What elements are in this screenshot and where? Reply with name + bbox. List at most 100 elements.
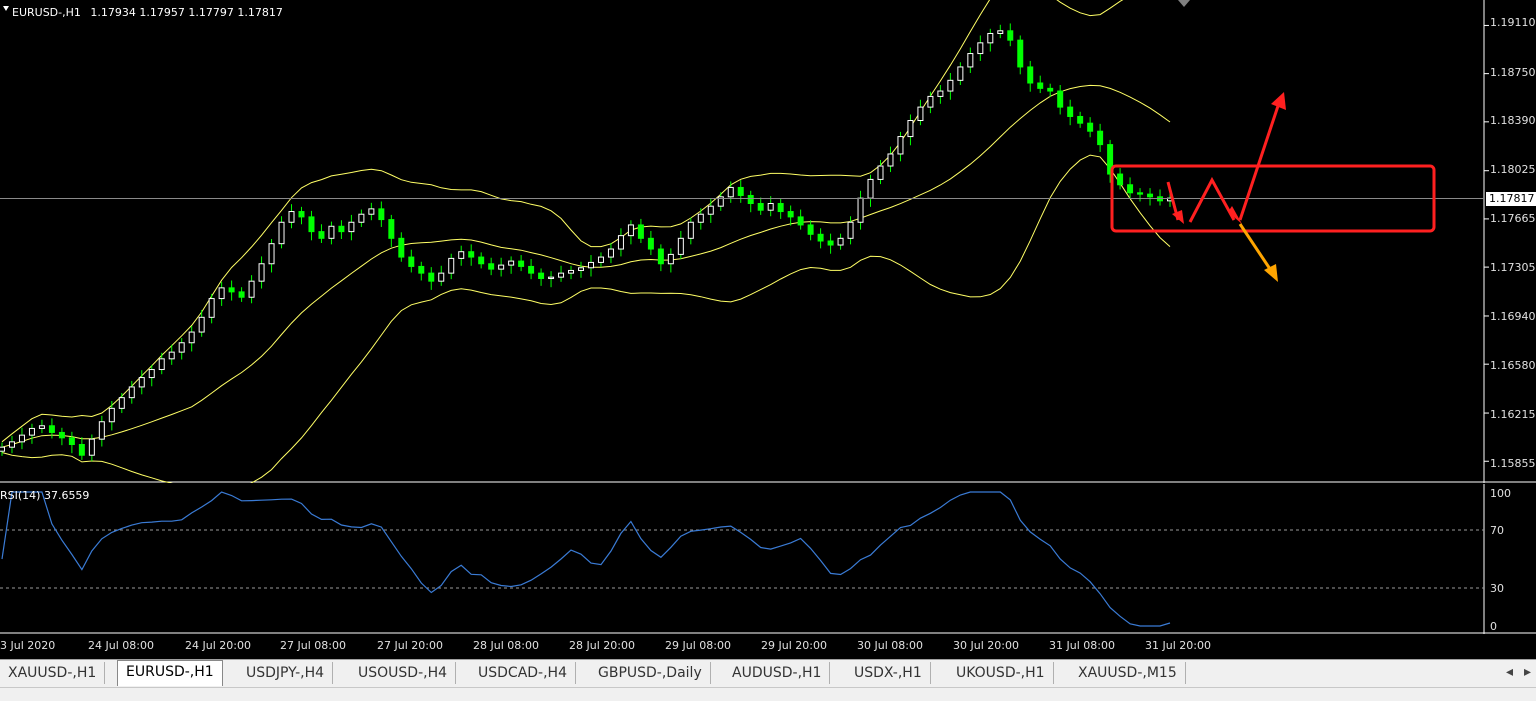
candle-body (697, 213, 704, 223)
tab-gbpusd-daily[interactable]: GBPUSD-,Daily (590, 662, 711, 684)
candle-body (807, 224, 814, 235)
tab-eurusd-h1[interactable]: EURUSD-,H1 (117, 660, 223, 686)
tab-usdcad-h4[interactable]: USDCAD-,H4 (470, 662, 576, 684)
tab-audusd-h1[interactable]: AUDUSD-,H1 (724, 662, 831, 684)
tab-xauusd-m15[interactable]: XAUUSD-,M15 (1070, 662, 1186, 684)
time-label: 27 Jul 08:00 (280, 639, 346, 652)
candle-body (178, 342, 185, 353)
candle-body (637, 224, 644, 239)
candle-body (8, 441, 15, 448)
candle-body (88, 438, 95, 456)
candle-body (1137, 192, 1144, 195)
candle-body (508, 260, 515, 266)
main-price-chart[interactable] (0, 0, 1536, 483)
candle-body (627, 224, 634, 237)
candle-body (98, 421, 105, 440)
rsi-indicator-panel[interactable] (0, 484, 1536, 634)
candle-body (568, 269, 575, 274)
candle-body (248, 280, 255, 298)
candle-body (877, 165, 884, 180)
candle-body (1117, 173, 1124, 186)
candle-body (797, 216, 804, 226)
candle-body (238, 291, 245, 298)
candle-body (488, 263, 495, 270)
chart-header: EURUSD-,H1 1.17934 1.17957 1.17797 1.178… (2, 6, 283, 19)
time-label: 28 Jul 08:00 (473, 639, 539, 652)
tab-usousd-h4[interactable]: USOUSD-,H4 (350, 662, 457, 684)
tab-xauusd-h1[interactable]: XAUUSD-,H1 (0, 662, 106, 684)
candle-body (408, 256, 415, 267)
chart-ohlc: 1.17934 1.17957 1.17797 1.17817 (90, 6, 283, 19)
tab-usdjpy-h4[interactable]: USDJPY-,H4 (238, 662, 334, 684)
candle-body (378, 208, 385, 221)
candle-body (268, 243, 275, 265)
price-label: 1.17665 (1490, 212, 1536, 225)
candle-body (38, 425, 45, 429)
time-label: 31 Jul 08:00 (1049, 639, 1115, 652)
time-label: 31 Jul 20:00 (1145, 639, 1211, 652)
candle-body (468, 251, 475, 258)
candle-body (128, 386, 135, 399)
candle-body (198, 316, 205, 333)
candle-body (518, 260, 525, 267)
rsi-label: 0 (1490, 620, 1497, 633)
candle-body (997, 30, 1004, 34)
time-label: 27 Jul 20:00 (377, 639, 443, 652)
candle-body (687, 221, 694, 239)
candle-body (827, 240, 834, 246)
candle-body (498, 264, 505, 270)
time-label: 30 Jul 08:00 (857, 639, 923, 652)
candle-body (278, 221, 285, 245)
candle-body (348, 221, 355, 233)
candle-body (837, 237, 844, 246)
candle-body (78, 444, 85, 456)
candle-body (308, 216, 315, 233)
tab-usdx-h1[interactable]: USDX-,H1 (846, 662, 931, 684)
price-label: 1.18390 (1490, 114, 1536, 127)
candle-body (148, 369, 155, 379)
candle-body (937, 90, 944, 97)
price-label: 1.16940 (1490, 310, 1536, 323)
candle-body (817, 233, 824, 242)
price-label: 1.19110 (1490, 16, 1536, 29)
candle-body (587, 261, 594, 269)
price-label: 1.18750 (1490, 66, 1536, 79)
time-label: 24 Jul 20:00 (185, 639, 251, 652)
candle-body (1047, 87, 1054, 92)
candle-body (897, 136, 904, 155)
time-label: 28 Jul 20:00 (569, 639, 635, 652)
rsi-header: RSI(14) 37.6559 (0, 489, 90, 502)
price-axis-ticks (1484, 24, 1489, 462)
candle-body (1147, 193, 1154, 198)
candle-body (927, 95, 934, 108)
candle-body (847, 221, 854, 239)
candle-body (578, 267, 585, 271)
tab-scroll-right-icon[interactable]: ▸ (1524, 663, 1531, 680)
candle-body (677, 237, 684, 255)
candle-body (867, 178, 874, 199)
candle-body (987, 32, 994, 44)
candle-body (747, 194, 754, 205)
tab-ukousd-h1[interactable]: UKOUSD-,H1 (948, 662, 1054, 684)
candle-body (757, 203, 764, 211)
candle-body (218, 287, 225, 300)
candle-body (208, 298, 215, 318)
candle-body (957, 66, 964, 81)
candle-body (947, 79, 954, 92)
candle-body (358, 213, 365, 223)
tab-scroll-left-icon[interactable]: ◂ (1506, 663, 1513, 680)
candle-body (158, 358, 165, 371)
candle-body (0, 446, 5, 452)
candle-body (767, 203, 774, 211)
candle-body (328, 225, 335, 239)
candle-body (777, 203, 784, 213)
candle-body (887, 153, 894, 167)
candle-body (438, 272, 445, 282)
candle-body (388, 219, 395, 239)
candle-body (548, 276, 555, 279)
candle-body (318, 231, 325, 239)
candle-body (298, 211, 305, 218)
price-label: 1.17305 (1490, 261, 1536, 274)
candle-body (538, 272, 545, 279)
candle-body (737, 186, 744, 196)
